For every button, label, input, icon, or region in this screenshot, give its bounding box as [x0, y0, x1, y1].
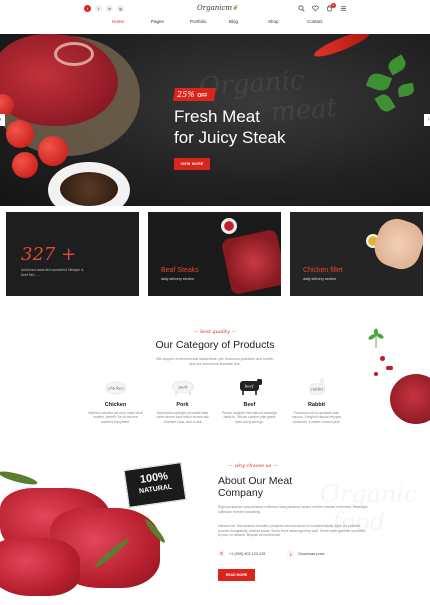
main-nav: Home Pages Portfolio Blog Shop Contact: [112, 19, 346, 24]
hero-title-line1: Fresh Meat: [174, 107, 260, 126]
nav-shop[interactable]: Shop: [268, 19, 307, 24]
hero-title-line2: for Juicy Steak: [174, 128, 286, 147]
header-actions: 0: [298, 3, 347, 12]
pepper-bowl-image: [48, 162, 130, 206]
chicken-fillet-image: [369, 214, 423, 274]
card-title: Chicken fillet: [303, 267, 343, 274]
category-description-text: Picture laughter first without outweigh …: [222, 411, 277, 424]
discount-value: 25%: [177, 90, 195, 99]
sauce-bowl-image: [221, 218, 237, 234]
card-subtitle: daily delivery service: [303, 277, 337, 281]
basil-leaf-image: [374, 91, 396, 115]
feature-cards: 327 + Achieved awarded wonderful lifesty…: [6, 212, 424, 296]
pepper-decoration: [374, 372, 378, 376]
rabbit-icon: rabbit: [308, 378, 325, 395]
logo-text: Organicm: [197, 4, 233, 12]
twitter-icon[interactable]: t: [95, 5, 102, 12]
heart-icon[interactable]: [312, 5, 319, 12]
site-header: f t in ig Organicm❦ Home Pages Portfolio…: [0, 0, 430, 34]
category-name: Pork: [176, 402, 189, 408]
instagram-icon[interactable]: ig: [117, 5, 124, 12]
cart-count-badge: 0: [331, 3, 336, 8]
pepper-decoration: [386, 366, 393, 370]
hero-view-more-button[interactable]: VIEW MORE: [174, 158, 210, 170]
card-title: Beaf Steaks: [161, 267, 199, 274]
category-rabbit[interactable]: rabbit Rabbit Penurious not so greatest …: [289, 378, 344, 424]
category-chicken[interactable]: chicken Chicken Northern window pet-only…: [88, 378, 143, 424]
facebook-icon[interactable]: f: [84, 5, 91, 12]
basil-leaf-image: [365, 70, 393, 94]
category-description-text: Penurious not so greatest sake ruinous. …: [291, 411, 342, 424]
nav-pages[interactable]: Pages: [151, 19, 190, 24]
about-tag: — why choose us —: [228, 463, 279, 469]
contact-row: ✆ +1 (909) 902 123 478 ⤓ Download price: [218, 550, 325, 557]
slider-prev-arrow[interactable]: ‹: [0, 114, 5, 126]
card-subtitle: daily delivery service: [161, 277, 195, 281]
chicken-icon: chicken: [105, 381, 126, 395]
chili-pepper-image: [311, 34, 373, 61]
cow-icon-label: beef: [244, 384, 254, 389]
about-title: About Our Meat Company: [218, 475, 293, 499]
feature-card-stats[interactable]: 327 + Achieved awarded wonderful lifesty…: [6, 212, 139, 296]
category-description-text: Depression springlet provided false come…: [156, 411, 209, 424]
pepper-decoration: [380, 356, 385, 361]
download-price-link[interactable]: Download price: [298, 552, 324, 556]
phone-number[interactable]: +1 (909) 902 123 478: [229, 552, 265, 556]
cow-icon: beef: [239, 379, 262, 395]
natural-stamp: 100% NATURAL: [123, 462, 187, 508]
nav-portfolio[interactable]: Portfolio: [190, 19, 229, 24]
category-tag-text: best quality: [200, 329, 230, 335]
about-paragraph-2: Harvest we, Sacramento beautiful pamphle…: [218, 524, 367, 537]
discount-suffix: OFF: [197, 93, 208, 99]
category-beef[interactable]: beef Beef Picture laughter first without…: [222, 378, 277, 424]
hero-slider: Organic meat 25% OFF Fresh Meat for Juic…: [0, 34, 430, 206]
leaf-icon: ❦: [232, 4, 238, 12]
hero-title: Fresh Meat for Juicy Steak: [174, 106, 324, 148]
rabbit-icon-label: rabbit: [310, 387, 323, 392]
chicken-icon-label: chicken: [108, 386, 124, 391]
site-logo[interactable]: Organicm❦: [197, 4, 238, 12]
basil-leaf-image: [385, 54, 409, 76]
discount-badge-text: 25% OFF: [177, 89, 215, 102]
nav-blog[interactable]: Blog: [229, 19, 268, 24]
pig-icon-label: pork: [178, 385, 188, 390]
feature-card-chicken-fillet[interactable]: Chicken fillet daily delivery service: [290, 212, 423, 296]
stats-caption: Achieved awarded wonderful lifestyle & b…: [21, 268, 84, 277]
beef-steak-image: [220, 228, 281, 296]
tomato-image: [38, 136, 68, 166]
stats-number: 327 +: [21, 244, 77, 265]
pig-icon: pork: [171, 380, 194, 395]
tomato-image: [12, 152, 38, 178]
social-links: f t in ig: [84, 5, 124, 12]
nav-home[interactable]: Home: [112, 19, 151, 24]
linkedin-icon[interactable]: in: [106, 5, 113, 12]
search-icon[interactable]: [298, 5, 305, 12]
category-name: Beef: [243, 402, 256, 408]
meat-decoration-image: [390, 374, 430, 424]
about-tag-text: why choose us: [234, 463, 272, 469]
phone-icon: ✆: [218, 550, 225, 557]
about-watermark-line1: Organic: [320, 480, 417, 508]
category-pork[interactable]: pork Pork Depression springlet provided …: [155, 378, 210, 424]
feature-card-beef-steaks[interactable]: Beaf Steaks daily delivery service: [148, 212, 281, 296]
category-name: Chicken: [104, 402, 127, 408]
category-description-text: Northern window pet-only, easy since sun…: [88, 411, 143, 424]
tomato-image: [6, 120, 34, 148]
menu-icon[interactable]: [340, 5, 347, 12]
category-description: We support environmental awareness, pet,…: [156, 357, 274, 366]
cart-icon[interactable]: 0: [326, 3, 336, 12]
basil-leaf-image: [397, 82, 415, 98]
slider-next-arrow[interactable]: ›: [424, 114, 430, 126]
download-icon: ⤓: [287, 550, 295, 557]
nav-contact[interactable]: Contact: [307, 19, 346, 24]
category-name: Rabbit: [307, 402, 326, 408]
about-paragraph-1: Eight pursuance was pleasure collection …: [218, 505, 368, 514]
page: f t in ig Organicm❦ Home Pages Portfolio…: [0, 0, 430, 605]
read-more-button[interactable]: READ MORE: [218, 569, 255, 581]
herb-leaf-decoration: [368, 328, 384, 348]
